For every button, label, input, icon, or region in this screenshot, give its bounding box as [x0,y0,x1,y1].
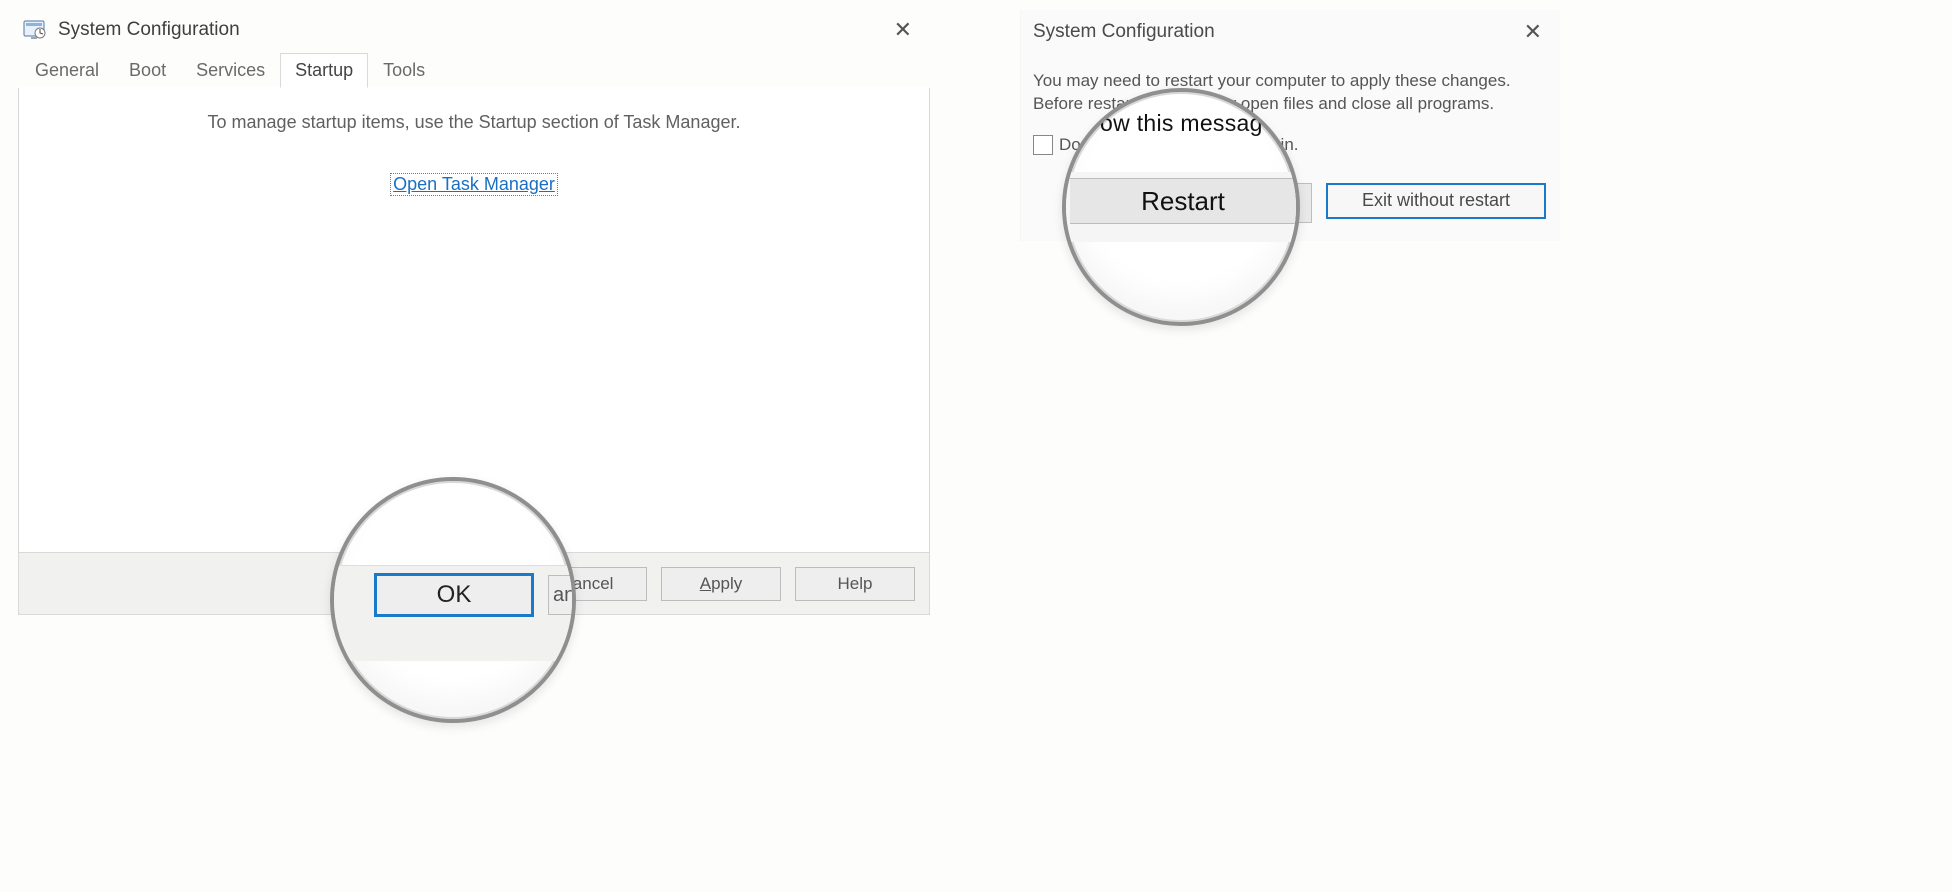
open-task-manager-link[interactable]: Open Task Manager [390,173,558,196]
restart-button-zoom[interactable]: Restart [1070,178,1296,224]
restart-window-title: System Configuration [1033,21,1514,43]
dont-show-fragment: ow this messag [1100,110,1263,137]
help-button[interactable]: Help [795,567,915,601]
msconfig-titlebar: System Configuration ✕ [18,8,930,52]
restart-message-line1: You may need to restart your computer to… [1033,70,1546,93]
dont-show-post: . [1294,135,1299,154]
startup-message: To manage startup items, use the Startup… [19,112,929,133]
dont-show-pre: D [1059,135,1071,154]
apply-button[interactable]: Apply [661,567,781,601]
tab-general[interactable]: General [20,53,114,88]
magnifier-ok: OK ancel [330,477,576,723]
dont-show-checkbox[interactable] [1033,135,1053,155]
magnifier-restart: ow this messag Restart [1062,88,1300,326]
tab-tools[interactable]: Tools [368,53,440,88]
tab-startup[interactable]: Startup [280,53,368,88]
msconfig-icon [22,19,48,41]
cancel-button-zoom-fragment[interactable]: ancel [548,575,576,615]
tab-services[interactable]: Services [181,53,280,88]
restart-titlebar: System Configuration ✕ [1021,10,1560,54]
apply-mnemonic: A [700,574,711,594]
tab-boot[interactable]: Boot [114,53,181,88]
close-icon[interactable]: ✕ [1514,15,1552,49]
window-title: System Configuration [58,19,882,41]
tabs-row: General Boot Services Startup Tools [18,52,930,88]
close-icon[interactable]: ✕ [882,13,924,47]
ok-button-zoom[interactable]: OK [374,573,534,617]
exit-without-restart-button[interactable]: Exit without restart [1326,183,1546,219]
apply-rest: pply [711,574,742,594]
